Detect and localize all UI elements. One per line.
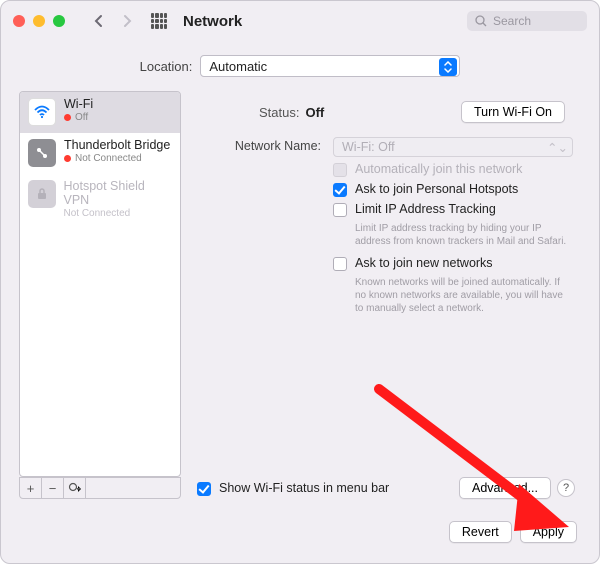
- ask-new-checkbox[interactable]: Ask to join new networks: [333, 256, 573, 271]
- auto-join-checkbox: Automatically join this network: [333, 162, 573, 177]
- preferences-window: Network Search Location: Automatic: [0, 0, 600, 564]
- bridge-icon: [28, 139, 56, 167]
- network-name-value: Wi-Fi: Off: [342, 140, 395, 154]
- titlebar: Network Search: [1, 1, 599, 41]
- window-title: Network: [183, 13, 242, 30]
- personal-hotspots-checkbox[interactable]: Ask to join Personal Hotspots: [333, 182, 573, 197]
- detail-pane: Status: Off Turn Wi-Fi On Network Name: …: [191, 91, 581, 499]
- apply-button[interactable]: Apply: [520, 521, 577, 543]
- close-icon[interactable]: [13, 15, 25, 27]
- forward-button[interactable]: [117, 11, 137, 31]
- service-actions-button[interactable]: [64, 478, 86, 498]
- advanced-button[interactable]: Advanced...: [459, 477, 551, 499]
- lock-icon: [28, 180, 56, 208]
- sidebar-item-status: Not Connected: [64, 208, 131, 219]
- help-button[interactable]: ?: [557, 479, 575, 497]
- sidebar-item-status: Off: [75, 112, 88, 123]
- bottom-row: Show Wi-Fi status in menu bar Advanced..…: [191, 467, 581, 499]
- limit-ip-label: Limit IP Address Tracking: [355, 202, 496, 216]
- status-dot-icon: [64, 155, 71, 162]
- sidebar-toolbar: + −: [19, 477, 181, 499]
- auto-join-input: [333, 163, 347, 177]
- footer-buttons: Revert Apply: [1, 511, 599, 543]
- sidebar-item-wifi[interactable]: Wi-Fi Off: [20, 92, 180, 133]
- remove-service-button[interactable]: −: [42, 478, 64, 498]
- ask-new-input[interactable]: [333, 257, 347, 271]
- limit-ip-help-text: Limit IP address tracking by hiding your…: [355, 222, 573, 248]
- status-value: Off: [305, 105, 324, 120]
- search-placeholder: Search: [493, 14, 531, 28]
- limit-ip-checkbox[interactable]: Limit IP Address Tracking: [333, 202, 573, 217]
- sidebar-item-thunderbolt[interactable]: Thunderbolt Bridge Not Connected: [20, 133, 180, 174]
- revert-button[interactable]: Revert: [449, 521, 512, 543]
- window-controls: [13, 15, 65, 27]
- ask-new-help-text: Known networks will be joined automatica…: [355, 276, 573, 315]
- location-label: Location:: [140, 59, 193, 74]
- wifi-icon: [28, 98, 56, 126]
- show-all-icon[interactable]: [151, 13, 167, 29]
- auto-join-label: Automatically join this network: [355, 162, 522, 176]
- main-area: Wi-Fi Off Thunderbolt Bridge Not Connect…: [1, 91, 599, 511]
- sidebar-item-hotspot-vpn[interactable]: Hotspot Shield VPN Not Connected: [20, 174, 180, 226]
- personal-hotspots-input[interactable]: [333, 183, 347, 197]
- zoom-icon[interactable]: [53, 15, 65, 27]
- search-input[interactable]: Search: [467, 11, 587, 31]
- personal-hotspots-label: Ask to join Personal Hotspots: [355, 182, 518, 196]
- sidebar-item-label: Thunderbolt Bridge: [64, 139, 170, 153]
- sidebar: Wi-Fi Off Thunderbolt Bridge Not Connect…: [19, 91, 181, 499]
- network-name-select: Wi-Fi: Off ⌃⌄: [333, 137, 573, 157]
- location-row: Location: Automatic: [1, 55, 599, 77]
- sidebar-item-label: Hotspot Shield VPN: [64, 180, 173, 208]
- chevron-up-down-icon: ⌃⌄: [547, 140, 568, 155]
- ask-new-label: Ask to join new networks: [355, 256, 493, 270]
- sidebar-item-status: Not Connected: [75, 153, 142, 164]
- service-list: Wi-Fi Off Thunderbolt Bridge Not Connect…: [19, 91, 181, 477]
- network-name-label: Network Name:: [199, 137, 321, 153]
- chevron-up-down-icon: [439, 58, 457, 76]
- minimize-icon[interactable]: [33, 15, 45, 27]
- turn-wifi-on-button[interactable]: Turn Wi-Fi On: [461, 101, 565, 123]
- status-dot-icon: [64, 114, 71, 121]
- location-select[interactable]: Automatic: [200, 55, 460, 77]
- show-menu-bar-checkbox[interactable]: Show Wi-Fi status in menu bar: [197, 481, 389, 496]
- wifi-settings-form: Network Name: Wi-Fi: Off ⌃⌄ Automaticall…: [191, 137, 581, 331]
- back-button[interactable]: [89, 11, 109, 31]
- limit-ip-input[interactable]: [333, 203, 347, 217]
- search-icon: [475, 15, 487, 27]
- status-label: Status:: [259, 105, 299, 120]
- show-menu-bar-input[interactable]: [197, 482, 211, 496]
- show-menu-bar-label: Show Wi-Fi status in menu bar: [219, 481, 389, 495]
- location-value: Automatic: [209, 59, 267, 74]
- status-row: Status: Off Turn Wi-Fi On: [191, 91, 581, 137]
- sidebar-item-label: Wi-Fi: [64, 98, 93, 112]
- add-service-button[interactable]: +: [20, 478, 42, 498]
